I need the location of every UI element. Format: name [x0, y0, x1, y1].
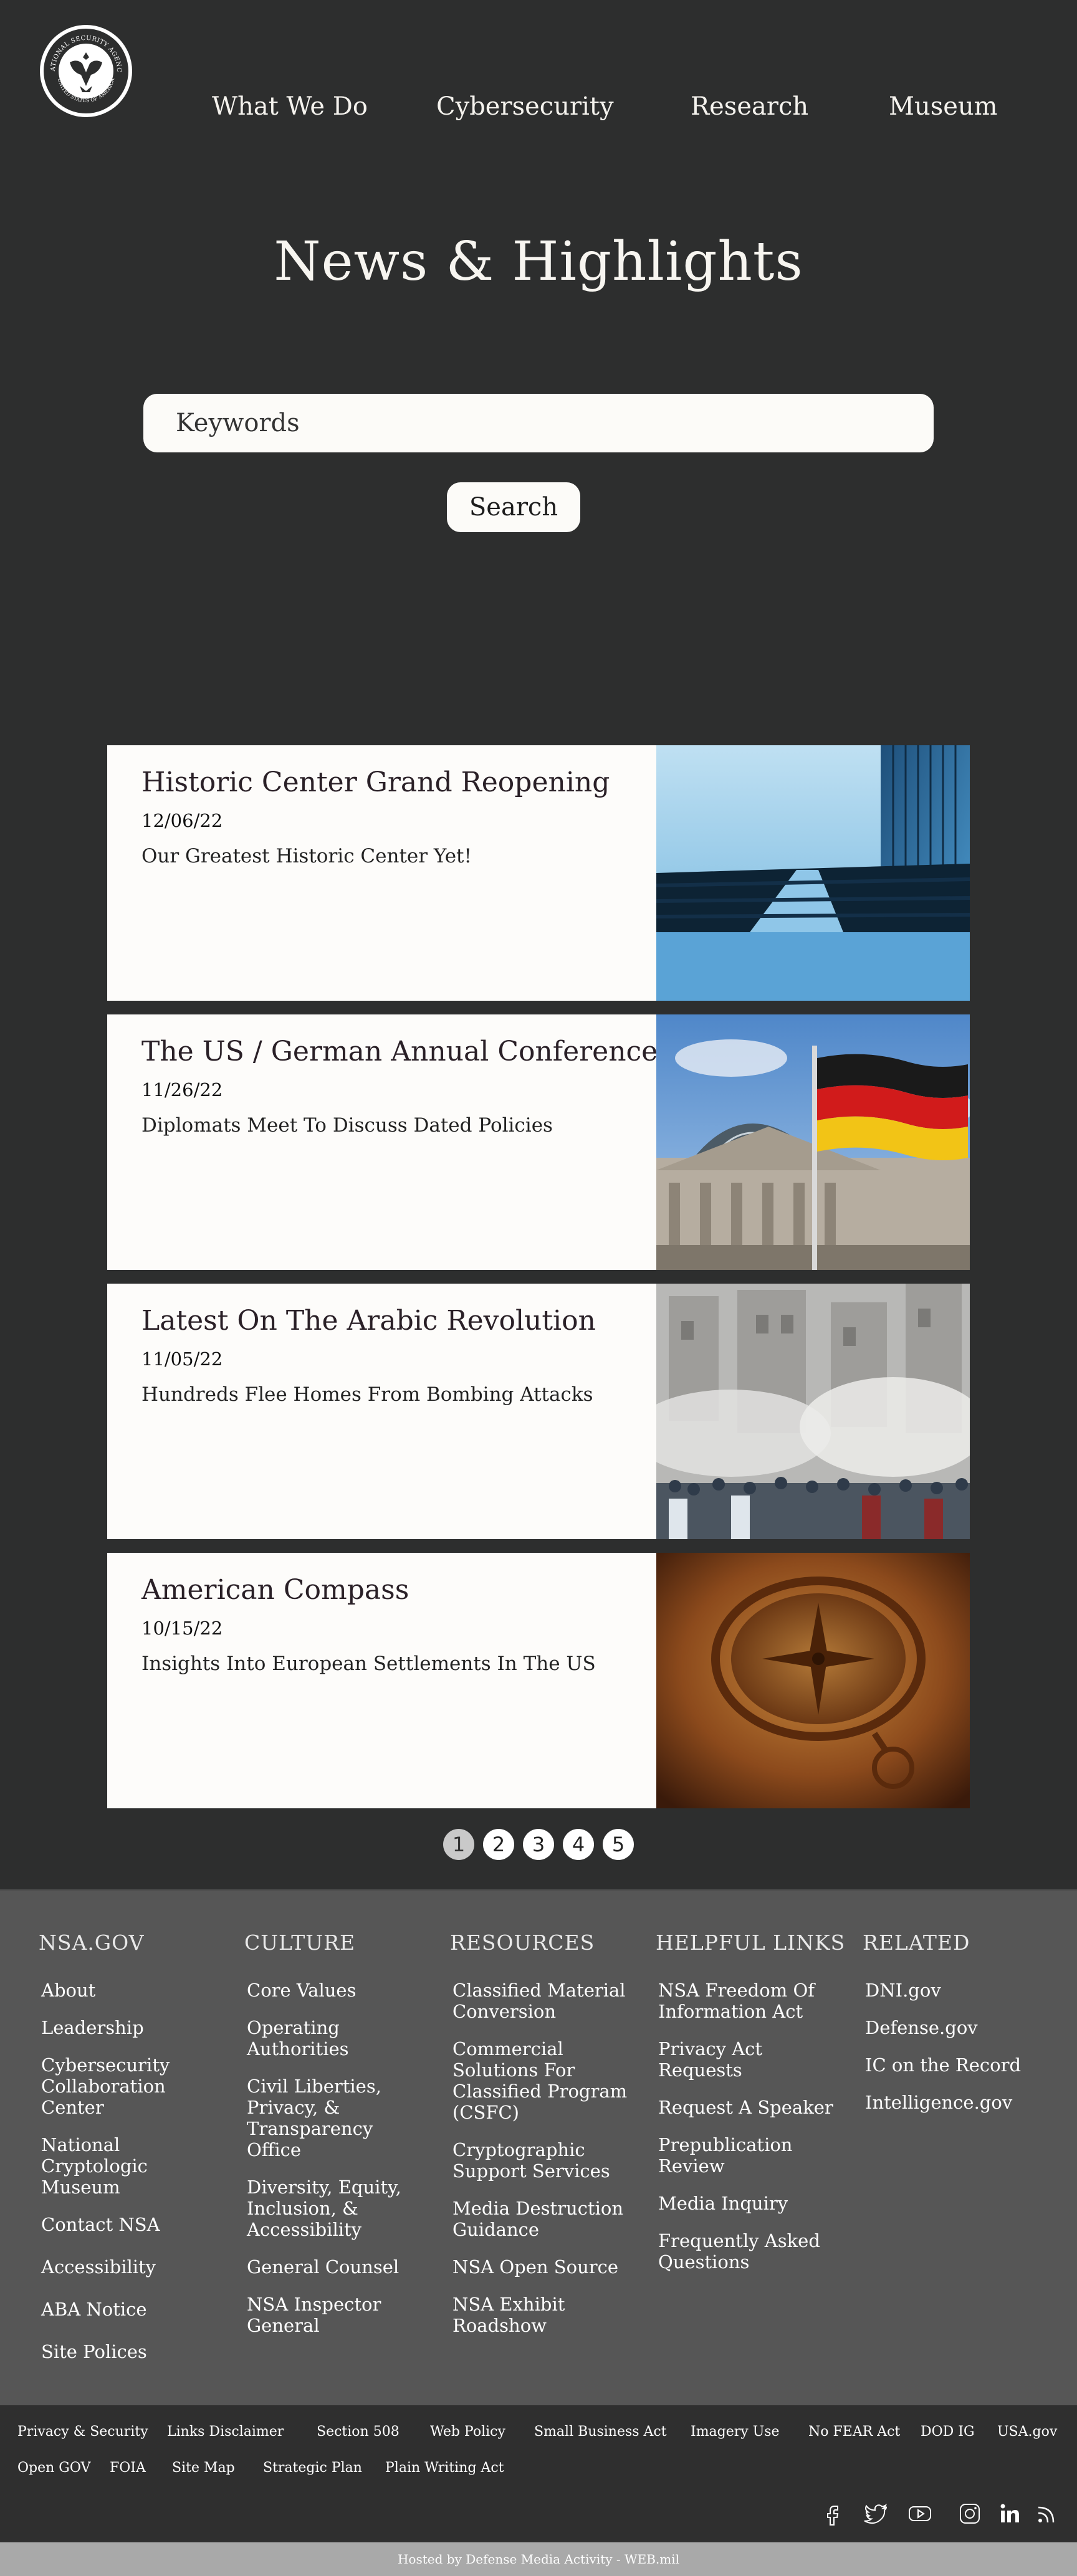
footer-link[interactable]: Intelligence.gov: [863, 2092, 1062, 2113]
news-card-title[interactable]: Latest On The Arabic Revolution: [141, 1305, 596, 1337]
footer-link[interactable]: About: [39, 1980, 238, 2001]
site-footer: NSA.GOV About Leadership Cybersecurity C…: [0, 1889, 1077, 2407]
footer-heading: RESOURCES: [450, 1930, 595, 1955]
footer-link[interactable]: Site Polices: [39, 2341, 238, 2362]
footer-heading: NSA.GOV: [39, 1930, 145, 1955]
news-card[interactable]: Historic Center Grand Reopening 12/06/22…: [107, 745, 970, 1001]
nav-what-we-do[interactable]: What We Do: [212, 92, 368, 121]
footer-bottom-link[interactable]: Section 508: [317, 2424, 400, 2440]
footer-link[interactable]: Commercial Solutions For Classified Prog…: [450, 2038, 633, 2123]
news-card[interactable]: The US / German Annual Conference 11/26/…: [107, 1014, 970, 1270]
twitter-icon[interactable]: [864, 2501, 889, 2526]
footer-link[interactable]: NSA Freedom Of Information Act: [656, 1980, 826, 2022]
pagination-page-5[interactable]: 5: [603, 1829, 634, 1860]
hosted-by-notice[interactable]: Hosted by Defense Media Activity - WEB.m…: [0, 2542, 1077, 2576]
news-card-date: 11/26/22: [141, 1079, 223, 1100]
nsa-seal-logo[interactable]: NATIONAL SECURITY AGENCY UNITED STATES O…: [39, 24, 133, 118]
footer-link[interactable]: Prepublication Review: [656, 2134, 802, 2177]
footer-link[interactable]: Accessibility: [39, 2256, 238, 2278]
footer-link[interactable]: IC on the Record: [863, 2054, 1062, 2076]
footer-link[interactable]: Frequently Asked Questions: [656, 2230, 826, 2273]
footer-link[interactable]: Leadership: [39, 2017, 238, 2038]
news-card-description: Diplomats Meet To Discuss Dated Policies: [141, 1114, 553, 1137]
footer-column-related: RELATED DNI.gov Defense.gov IC on the Re…: [863, 1930, 1062, 2129]
footer-bottom-link[interactable]: Strategic Plan: [263, 2460, 362, 2476]
footer-column-culture: CULTURE Core Values Operating Authoritie…: [244, 1930, 444, 2352]
footer-heading: CULTURE: [244, 1930, 356, 1955]
footer-link[interactable]: DNI.gov: [863, 1980, 1062, 2001]
footer-link[interactable]: Privacy Act Requests: [656, 2038, 783, 2081]
news-card-title[interactable]: Historic Center Grand Reopening: [141, 766, 610, 798]
footer-link[interactable]: Operating Authorities: [244, 2017, 384, 2059]
rss-icon[interactable]: [1035, 2501, 1060, 2526]
page-title: News & Highlights: [274, 231, 803, 293]
pagination-page-4[interactable]: 4: [563, 1829, 594, 1860]
news-card-date: 11/05/22: [141, 1348, 223, 1370]
footer-bottom-link[interactable]: DOD IG: [921, 2424, 975, 2440]
footer-link[interactable]: NSA Inspector General: [244, 2294, 396, 2336]
nav-research[interactable]: Research: [691, 92, 808, 121]
antique-compass-photo[interactable]: [656, 1553, 970, 1808]
news-card-description: Hundreds Flee Homes From Bombing Attacks: [141, 1383, 593, 1406]
site-header: NATIONAL SECURITY AGENCY UNITED STATES O…: [0, 0, 1077, 143]
footer-link[interactable]: Defense.gov: [863, 2017, 1062, 2038]
news-card[interactable]: Latest On The Arabic Revolution 11/05/22…: [107, 1284, 970, 1539]
reichstag-german-flag-photo[interactable]: [656, 1014, 970, 1270]
footer-link[interactable]: Classified Material Conversion: [450, 1980, 633, 2022]
youtube-icon[interactable]: [907, 2501, 932, 2526]
news-card-title[interactable]: American Compass: [141, 1574, 409, 1606]
pagination-page-2[interactable]: 2: [483, 1829, 514, 1860]
crowd-smoke-photo[interactable]: [656, 1284, 970, 1539]
footer-heading: RELATED: [863, 1930, 970, 1955]
footer-bottom-link[interactable]: USA.gov: [997, 2424, 1057, 2440]
news-card-date: 10/15/22: [141, 1618, 223, 1639]
pagination-page-3[interactable]: 3: [523, 1829, 554, 1860]
footer-link[interactable]: NSA Exhibit Roadshow: [450, 2294, 590, 2336]
footer-bottom-link[interactable]: Site Map: [172, 2460, 235, 2476]
pagination-page-1[interactable]: 1: [443, 1829, 474, 1860]
footer-bottom-link[interactable]: No FEAR Act: [808, 2424, 900, 2440]
footer-link[interactable]: ABA Notice: [39, 2299, 238, 2320]
footer-link[interactable]: Cryptographic Support Services: [450, 2139, 615, 2182]
news-card-title[interactable]: The US / German Annual Conference: [141, 1036, 658, 1067]
footer-column-helpful-links: HELPFUL LINKS NSA Freedom Of Information…: [656, 1930, 855, 2289]
footer-link[interactable]: National Cryptologic Museum: [39, 2134, 178, 2198]
footer-column-resources: RESOURCES Classified Material Conversion…: [450, 1930, 649, 2352]
news-card-date: 12/06/22: [141, 810, 223, 831]
footer-bottom-link[interactable]: Plain Writing Act: [385, 2460, 504, 2476]
nav-museum[interactable]: Museum: [889, 92, 998, 121]
footer-link[interactable]: General Counsel: [244, 2256, 444, 2278]
facebook-icon[interactable]: [820, 2501, 845, 2526]
footer-heading: HELPFUL LINKS: [656, 1930, 846, 1955]
footer-column-nsa-gov: NSA.GOV About Leadership Cybersecurity C…: [39, 1930, 238, 2378]
footer-link[interactable]: Media Inquiry: [656, 2193, 855, 2214]
glass-building-photo[interactable]: [656, 745, 970, 1001]
footer-bottom-link[interactable]: Privacy & Security: [17, 2424, 148, 2440]
footer-bottom-link[interactable]: Links Disclaimer: [167, 2424, 284, 2440]
footer-link[interactable]: Core Values: [244, 1980, 444, 2001]
footer-bottom-link[interactable]: FOIA: [110, 2460, 146, 2476]
footer-link[interactable]: Contact NSA: [39, 2214, 238, 2235]
linkedin-icon[interactable]: [997, 2501, 1022, 2526]
nav-cybersecurity[interactable]: Cybersecurity: [436, 92, 614, 121]
keywords-search-input[interactable]: [143, 394, 934, 452]
search-button[interactable]: Search: [447, 482, 580, 532]
instagram-icon[interactable]: [957, 2501, 982, 2526]
footer-link[interactable]: NSA Open Source: [450, 2256, 649, 2278]
footer-link[interactable]: Cybersecurity Collaboration Center: [39, 2054, 191, 2118]
news-card[interactable]: American Compass 10/15/22 Insights Into …: [107, 1553, 970, 1808]
footer-bottom-link[interactable]: Open GOV: [17, 2460, 90, 2476]
footer-link[interactable]: Diversity, Equity, Inclusion, & Accessib…: [244, 2177, 415, 2240]
footer-bottom-link[interactable]: Small Business Act: [534, 2424, 667, 2440]
news-card-description: Our Greatest Historic Center Yet!: [141, 845, 472, 867]
footer-link[interactable]: Civil Liberties, Privacy, & Transparency…: [244, 2076, 390, 2160]
footer-bottom-link[interactable]: Web Policy: [430, 2424, 505, 2440]
footer-bottom-link[interactable]: Imagery Use: [691, 2424, 780, 2440]
footer-link[interactable]: Media Destruction Guidance: [450, 2198, 627, 2240]
news-card-description: Insights Into European Settlements In Th…: [141, 1653, 596, 1675]
footer-link[interactable]: Request A Speaker: [656, 2097, 855, 2118]
